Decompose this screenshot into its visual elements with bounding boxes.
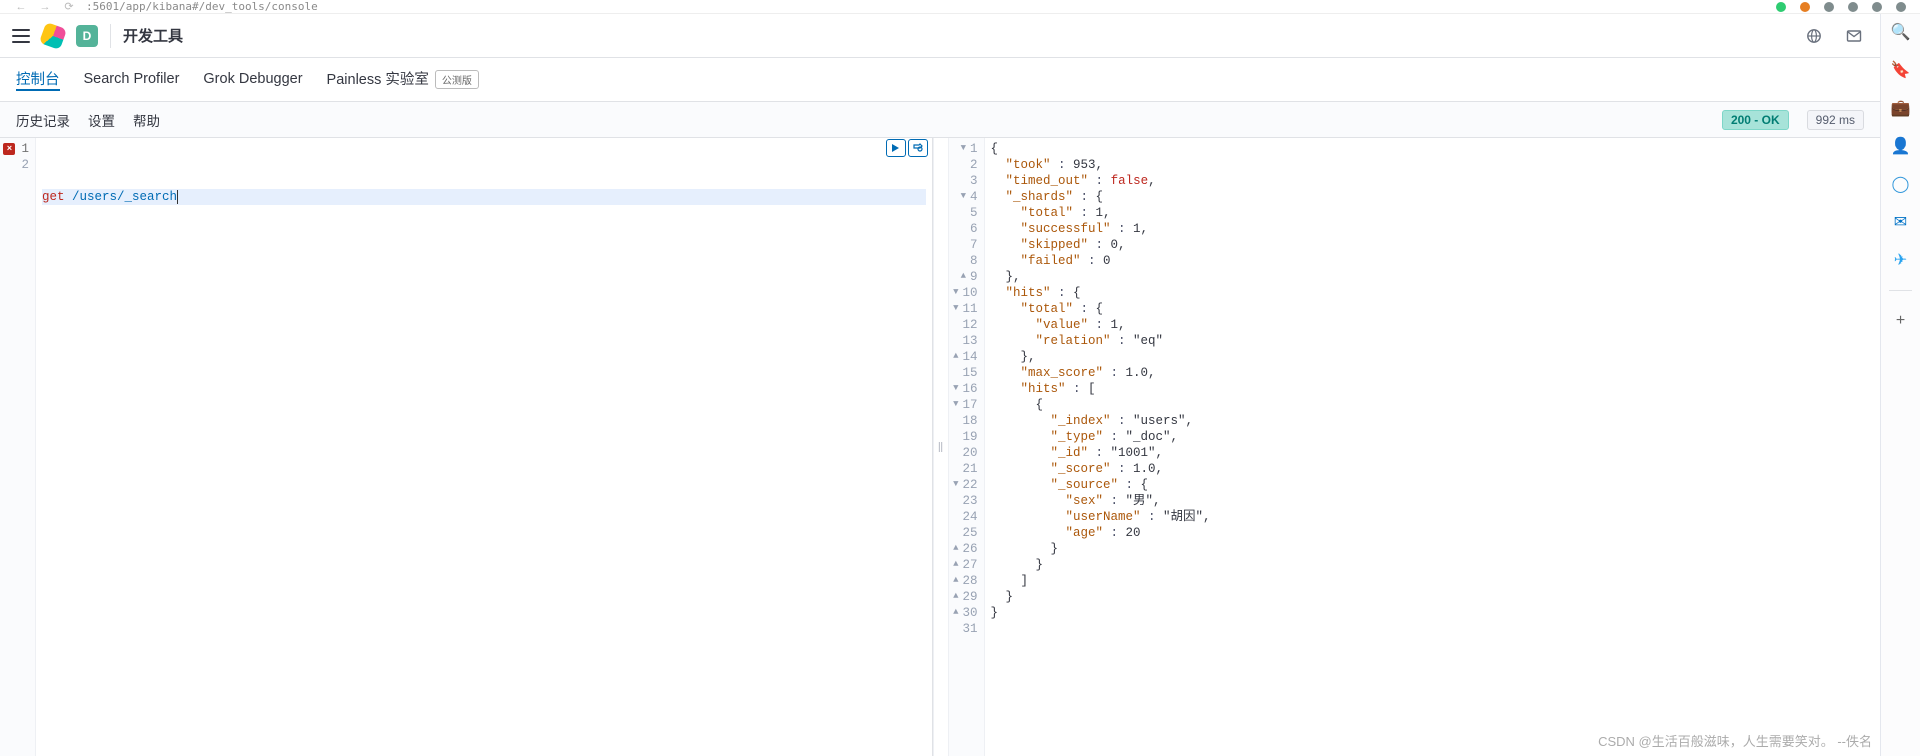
response-line: }, (991, 349, 1875, 365)
window-control-icon[interactable] (1848, 2, 1858, 12)
browser-address-bar: ← → ⟳ :5601/app/kibana#/dev_tools/consol… (0, 0, 1920, 14)
response-line: { (991, 397, 1875, 413)
response-line: "_source" : { (991, 477, 1875, 493)
error-marker-icon[interactable]: × (3, 143, 15, 155)
fold-toggle-icon[interactable]: ▼ (950, 383, 958, 395)
response-status-badge: 200 - OK (1722, 110, 1789, 130)
fold-toggle-icon[interactable]: ▼ (950, 287, 958, 299)
response-line: } (991, 589, 1875, 605)
response-line: "total" : { (991, 301, 1875, 317)
fold-toggle-icon[interactable]: ▲ (958, 271, 966, 283)
menu-toggle-icon[interactable] (12, 29, 30, 43)
response-line: "timed_out" : false, (991, 173, 1875, 189)
response-line: "age" : 20 (991, 525, 1875, 541)
response-line: "skipped" : 0, (991, 237, 1875, 253)
briefcase-icon[interactable]: 💼 (1889, 96, 1913, 120)
fold-toggle-icon[interactable]: ▼ (950, 479, 958, 491)
response-line: "_type" : "_doc", (991, 429, 1875, 445)
response-line: "value" : 1, (991, 317, 1875, 333)
space-badge[interactable]: D (76, 25, 98, 47)
response-line: "successful" : 1, (991, 221, 1875, 237)
response-line: "max_score" : 1.0, (991, 365, 1875, 381)
request-editor[interactable]: ×12 get /users/_search (0, 138, 933, 756)
newsfeed-icon[interactable] (1800, 22, 1828, 50)
response-viewer[interactable]: ▼123▼45678▲9▼10▼111213▲1415▼16▼171819202… (949, 138, 1881, 756)
response-line: "sex" : "男", (991, 493, 1875, 509)
add-extension-icon[interactable]: + (1889, 309, 1913, 333)
fold-toggle-icon[interactable]: ▲ (950, 591, 958, 603)
back-icon[interactable]: ← (14, 0, 28, 14)
response-line: ] (991, 573, 1875, 589)
response-line: } (991, 557, 1875, 573)
response-line: "userName" : "胡因", (991, 509, 1875, 525)
response-line: "hits" : [ (991, 381, 1875, 397)
window-control-icon[interactable] (1800, 2, 1810, 12)
window-control-icon[interactable] (1824, 2, 1834, 12)
tab-grok[interactable]: Grok Debugger (203, 71, 302, 89)
tab-console[interactable]: 控制台 (16, 68, 60, 91)
response-line: "_score" : 1.0, (991, 461, 1875, 477)
request-line[interactable] (42, 205, 926, 221)
response-line (991, 621, 1875, 637)
send-icon[interactable]: ✈ (1889, 248, 1913, 272)
response-line: }, (991, 269, 1875, 285)
fold-toggle-icon[interactable]: ▼ (958, 143, 966, 155)
fold-toggle-icon[interactable]: ▲ (950, 559, 958, 571)
page-title[interactable]: 开发工具 (123, 25, 183, 46)
history-link[interactable]: 历史记录 (16, 110, 70, 130)
pane-splitter[interactable]: ‖ (933, 138, 949, 756)
person-icon[interactable]: 👤 (1889, 134, 1913, 158)
mail-icon[interactable] (1840, 22, 1868, 50)
settings-link[interactable]: 设置 (88, 110, 115, 130)
fold-toggle-icon[interactable]: ▼ (958, 191, 966, 203)
response-line: "failed" : 0 (991, 253, 1875, 269)
circle-icon[interactable]: ◯ (1889, 172, 1913, 196)
fold-toggle-icon[interactable]: ▲ (950, 351, 958, 363)
response-time-badge: 992 ms (1807, 110, 1864, 130)
fold-toggle-icon[interactable]: ▲ (950, 575, 958, 587)
browser-side-rail: 🔍 🔖 💼 👤 ◯ ✉ ✈ + (1880, 14, 1920, 756)
window-control-icon[interactable] (1776, 2, 1786, 12)
response-line: "_index" : "users", (991, 413, 1875, 429)
response-line: "total" : 1, (991, 205, 1875, 221)
forward-icon[interactable]: → (38, 0, 52, 14)
elastic-logo-icon[interactable] (42, 25, 64, 47)
search-icon[interactable]: 🔍 (1889, 20, 1913, 44)
tab-painless[interactable]: Painless 实验室 (327, 68, 429, 91)
tool-tabs: 控制台 Search Profiler Grok Debugger Painless … (0, 58, 1880, 102)
response-line: "_shards" : { (991, 189, 1875, 205)
fold-toggle-icon[interactable]: ▲ (950, 543, 958, 555)
kibana-header: D 开发工具 (0, 14, 1880, 58)
response-line: } (991, 541, 1875, 557)
tab-profiler[interactable]: Search Profiler (84, 71, 180, 89)
response-line: } (991, 605, 1875, 621)
fold-toggle-icon[interactable]: ▲ (950, 607, 958, 619)
response-line: { (991, 141, 1875, 157)
window-control-icon[interactable] (1896, 2, 1906, 12)
send-request-button[interactable] (886, 139, 906, 157)
response-line: "_id" : "1001", (991, 445, 1875, 461)
window-control-icon[interactable] (1872, 2, 1882, 12)
request-line[interactable]: get /users/_search (42, 189, 926, 205)
beta-badge: 公测版 (435, 70, 479, 89)
bookmark-icon[interactable]: 🔖 (1889, 58, 1913, 82)
response-line: "hits" : { (991, 285, 1875, 301)
response-line: "relation" : "eq" (991, 333, 1875, 349)
help-link[interactable]: 帮助 (133, 110, 160, 130)
reload-icon[interactable]: ⟳ (62, 0, 76, 14)
console-toolbar: 历史记录 设置 帮助 200 - OK 992 ms (0, 102, 1880, 138)
mail-app-icon[interactable]: ✉ (1889, 210, 1913, 234)
url-text[interactable]: :5601/app/kibana#/dev_tools/console (86, 0, 1766, 13)
response-line: "took" : 953, (991, 157, 1875, 173)
request-options-button[interactable] (908, 139, 928, 157)
fold-toggle-icon[interactable]: ▼ (950, 399, 958, 411)
fold-toggle-icon[interactable]: ▼ (950, 303, 958, 315)
